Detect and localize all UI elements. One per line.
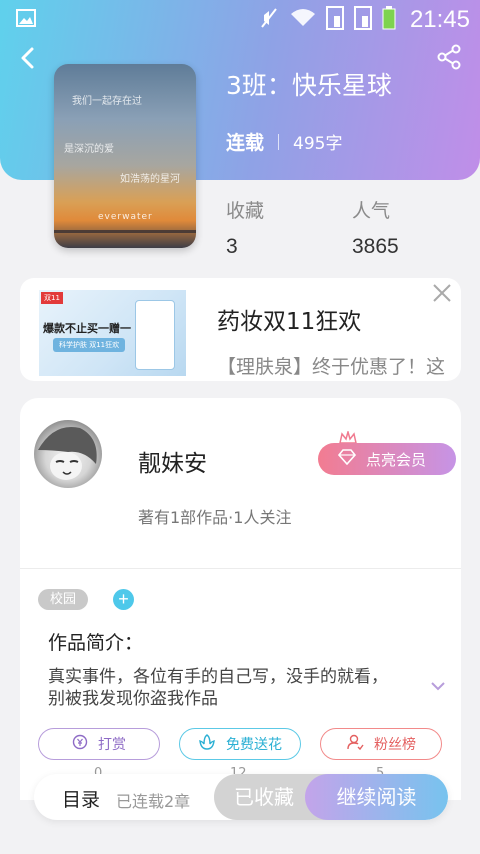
add-tag-button[interactable]: + <box>113 589 134 610</box>
cover-line-3: 如浩荡的星河 <box>120 174 180 185</box>
fans-ranking-button[interactable]: 粉丝榜 <box>320 728 442 760</box>
book-meta: 连载 495字 <box>226 128 342 155</box>
continue-reading-button[interactable]: 继续阅读 <box>305 774 448 820</box>
user-icon <box>346 733 364 755</box>
author-avatar[interactable] <box>34 420 102 488</box>
author-stats: 著有1部作品·1人关注 <box>138 508 292 527</box>
status-bar: 21:45 <box>0 0 480 40</box>
clock: 21:45 <box>409 6 470 33</box>
ad-image-headline: 爆款不止买一赠一 <box>43 322 131 335</box>
tip-label: 打赏 <box>98 737 126 753</box>
sim2-icon <box>353 6 372 34</box>
sim1-icon <box>325 6 344 34</box>
back-icon[interactable] <box>14 44 42 72</box>
fans-ranking-label: 粉丝榜 <box>374 737 416 753</box>
toc-button[interactable]: 目录 <box>62 785 100 812</box>
meta-divider <box>278 133 280 150</box>
book-title: 3班：快乐星球 <box>226 71 392 100</box>
mute-icon <box>258 7 280 33</box>
popularity-value: 3865 <box>352 235 399 258</box>
popularity-stat: 人气 3865 <box>352 196 399 259</box>
ad-image-tag: 双11 <box>41 292 63 304</box>
author-name[interactable]: 靓妹安 <box>138 444 207 478</box>
ad-subtitle: 【理肤泉】终于优惠了！这 <box>217 356 446 378</box>
flower-icon <box>198 733 216 755</box>
genre-tag[interactable]: 校园 <box>38 589 88 610</box>
cover-line-2: 是深沉的爱 <box>64 144 114 155</box>
coin-icon <box>72 734 88 754</box>
intro-label: 作品简介： <box>48 632 144 654</box>
info-card: 靓妹安 点亮会员 著有1部作品·1人关注 校园 + 作品简介： 真实事件，各位有… <box>20 398 461 818</box>
favorites-label: 收藏 <box>226 200 265 222</box>
favorites-value: 3 <box>226 235 238 258</box>
wifi-icon <box>290 8 316 32</box>
diamond-icon <box>337 449 357 469</box>
card-divider <box>20 568 461 569</box>
share-icon[interactable] <box>436 44 462 70</box>
send-flower-label: 免费送花 <box>226 737 282 753</box>
ad-banner[interactable]: 双11 爆款不止买一赠一 科学护肤 双11狂欢 药妆双11狂欢 【理肤泉】终于优… <box>20 278 461 381</box>
tip-button[interactable]: 打赏 <box>38 728 160 760</box>
close-icon[interactable] <box>431 282 453 304</box>
image-notification-icon <box>16 8 36 32</box>
vip-button-label: 点亮会员 <box>366 450 427 469</box>
intro-text: 真实事件，各位有手的自己写，没手的就看，别被我发现你盗我作品 <box>48 667 388 709</box>
chapter-count: 已连载2章 <box>116 792 191 811</box>
ad-image: 双11 爆款不止买一赠一 科学护肤 双11狂欢 <box>39 290 186 376</box>
cover-brand: everwater <box>98 212 153 222</box>
battery-icon <box>382 6 396 34</box>
bottom-action-bar: 目录 已连载2章 已收藏 继续阅读 <box>34 774 448 820</box>
ad-title: 药妆双11狂欢 <box>217 309 362 335</box>
serial-status: 连载 <box>226 132 265 154</box>
favorites-stat: 收藏 3 <box>226 196 264 259</box>
ad-product-box <box>135 300 175 370</box>
send-flower-button[interactable]: 免费送花 <box>179 728 301 760</box>
vip-button[interactable]: 点亮会员 <box>318 443 456 475</box>
word-count: 495字 <box>293 134 343 154</box>
cover-line-1: 我们一起存在过 <box>72 96 142 107</box>
book-cover[interactable]: 我们一起存在过 是深沉的爱 如浩荡的星河 everwater <box>54 64 196 248</box>
ad-image-pill: 科学护肤 双11狂欢 <box>53 338 126 352</box>
popularity-label: 人气 <box>352 200 391 222</box>
cover-rail <box>54 230 196 233</box>
chevron-down-icon[interactable] <box>430 678 446 694</box>
